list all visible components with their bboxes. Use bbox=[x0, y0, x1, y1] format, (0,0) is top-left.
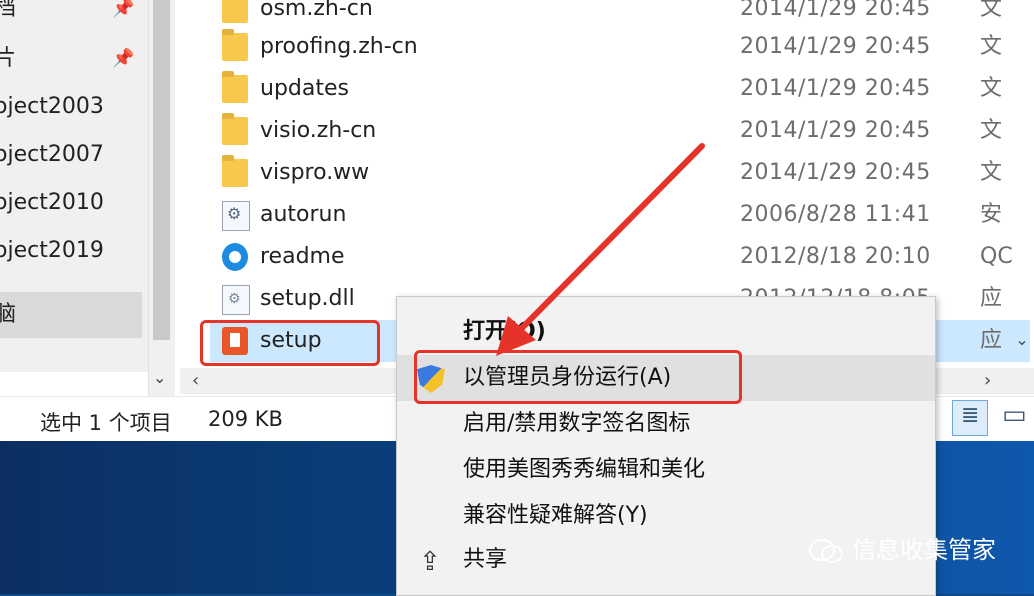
folder-icon bbox=[222, 0, 248, 23]
file-date: 2014/1/29 20:45 bbox=[740, 118, 931, 143]
file-name: updates bbox=[260, 76, 349, 101]
chevron-down-icon[interactable]: ⌄ bbox=[1010, 330, 1034, 364]
nav-item-project2007[interactable]: oject2007 bbox=[0, 132, 142, 178]
watermark-text: 信息收集管家 bbox=[852, 536, 996, 564]
file-name: vispro.ww bbox=[260, 160, 370, 185]
file-row[interactable]: updates 2014/1/29 20:45 文 bbox=[210, 68, 1030, 110]
chevron-left-icon[interactable]: ‹ bbox=[192, 370, 199, 391]
run-as-admin-highlight-box bbox=[414, 350, 742, 404]
file-row[interactable]: visio.zh-cn 2014/1/29 20:45 文 bbox=[210, 110, 1030, 152]
file-name: proofing.zh-cn bbox=[260, 34, 418, 59]
file-type: 文 bbox=[980, 160, 1003, 185]
menu-item-label: 启用/禁用数字签名图标 bbox=[463, 411, 691, 436]
dll-file-icon bbox=[222, 285, 250, 315]
menu-item-open[interactable]: 打开(O) bbox=[397, 309, 935, 355]
file-name: visio.zh-cn bbox=[260, 118, 377, 143]
settings-file-icon bbox=[222, 201, 250, 231]
nav-scroll-thumb[interactable] bbox=[153, 0, 170, 340]
nav-item-label: oject2019 bbox=[0, 238, 104, 263]
file-name: setup.dll bbox=[260, 286, 355, 311]
details-view-icon[interactable] bbox=[952, 400, 988, 436]
nav-item-label: oject2007 bbox=[0, 142, 104, 167]
file-date: 2014/1/29 20:45 bbox=[740, 76, 931, 101]
nav-item-project2019[interactable]: oject2019 bbox=[0, 228, 142, 274]
file-type: 安 bbox=[980, 202, 1003, 227]
menu-item-meitu[interactable]: 使用美图秀秀编辑和美化 bbox=[397, 447, 935, 493]
selection-count: 选中 1 个项目 bbox=[40, 411, 172, 435]
file-date: 2014/1/29 20:45 bbox=[740, 34, 931, 59]
menu-item-label: 兼容性疑难解答(Y) bbox=[463, 503, 648, 528]
menu-item-label: 打开(O) bbox=[463, 319, 546, 344]
nav-item-label: oject2010 bbox=[0, 190, 104, 215]
file-type: 文 bbox=[980, 34, 1003, 59]
navigation-pane: 档 📌 片 📌 oject2003 oject2007 oject2010 ojec… bbox=[0, 0, 148, 372]
wechat-icon bbox=[808, 538, 844, 564]
file-date: 2012/8/18 20:10 bbox=[740, 244, 931, 269]
file-type: QC bbox=[980, 244, 1013, 269]
watermark: 信息收集管家 bbox=[808, 530, 996, 565]
file-type: 应 bbox=[980, 328, 1003, 353]
nav-item-documents[interactable]: 档 📌 bbox=[0, 0, 142, 32]
nav-item-project2010[interactable]: oject2010 bbox=[0, 180, 142, 226]
folder-icon bbox=[222, 29, 248, 61]
folder-icon bbox=[222, 155, 248, 187]
file-name: readme bbox=[260, 244, 345, 269]
nav-scrollbar[interactable]: ⌄ bbox=[148, 0, 175, 400]
file-type: 文 bbox=[980, 118, 1003, 143]
chevron-right-icon[interactable]: › bbox=[984, 370, 991, 391]
nav-item-label: oject2003 bbox=[0, 94, 104, 119]
browser-icon bbox=[222, 243, 248, 271]
file-row[interactable]: autorun 2006/8/28 11:41 安 bbox=[210, 194, 1030, 236]
folder-icon bbox=[222, 71, 248, 103]
menu-item-label: 使用美图秀秀编辑和美化 bbox=[463, 457, 706, 482]
nav-item-label: 档 bbox=[0, 0, 17, 21]
file-name: autorun bbox=[260, 202, 347, 227]
file-type: 文 bbox=[980, 76, 1003, 101]
nav-item-project2003[interactable]: oject2003 bbox=[0, 84, 142, 130]
file-row[interactable]: proofing.zh-cn 2014/1/29 20:45 文 bbox=[210, 26, 1030, 68]
file-date: 2014/1/29 20:45 bbox=[740, 160, 931, 185]
file-type: 应 bbox=[980, 286, 1003, 311]
pin-icon: 📌 bbox=[112, 48, 135, 69]
share-icon bbox=[417, 539, 445, 585]
selection-size: 209 KB bbox=[208, 407, 283, 431]
chevron-down-icon[interactable]: ⌄ bbox=[153, 368, 166, 387]
file-row[interactable]: vispro.ww 2014/1/29 20:45 文 bbox=[210, 152, 1030, 194]
nav-item-this-pc[interactable]: 脑 bbox=[0, 292, 142, 338]
file-date: 2006/8/28 11:41 bbox=[740, 202, 931, 227]
folder-icon bbox=[222, 113, 248, 145]
pin-icon: 📌 bbox=[112, 0, 135, 19]
nav-item-label: 脑 bbox=[0, 302, 17, 327]
nav-item-pictures[interactable]: 片 📌 bbox=[0, 36, 142, 82]
file-row[interactable]: readme 2012/8/18 20:10 QC bbox=[210, 236, 1030, 278]
nav-item-label: 片 bbox=[0, 46, 17, 71]
large-icons-view-icon[interactable] bbox=[996, 400, 1032, 436]
menu-item-label: 共享 bbox=[463, 547, 508, 572]
menu-item-toggle-signature-icon[interactable]: 启用/禁用数字签名图标 bbox=[397, 401, 935, 447]
setup-highlight-box bbox=[200, 320, 380, 366]
